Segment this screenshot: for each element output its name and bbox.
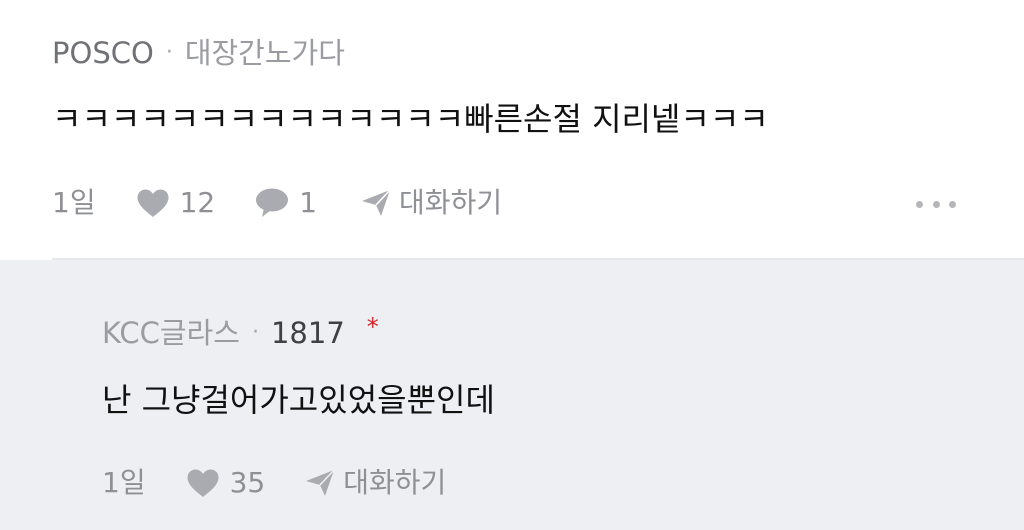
- reply-item: KCC글라스 · 1817 * 난 그냥걸어가고있었을뿐인데 1일 35 대화하…: [0, 260, 1024, 530]
- reply-button[interactable]: 1: [255, 186, 317, 220]
- author-company: KCC글라스: [102, 316, 240, 350]
- reply-author[interactable]: KCC글라스 · 1817 *: [102, 313, 379, 351]
- author-company: POSCO: [52, 36, 154, 70]
- talk-button[interactable]: 대화하기: [361, 186, 502, 220]
- reply-text: 난 그냥걸어가고있었을뿐인데: [102, 381, 495, 419]
- reply-time: 1일: [102, 466, 146, 499]
- talk-label: 대화하기: [343, 466, 447, 499]
- heart-icon: [187, 469, 219, 497]
- comment-author[interactable]: POSCO · 대장간노가다: [52, 35, 345, 71]
- comment-actions: 1일 12 1 대화하기: [52, 186, 502, 220]
- meta-separator: ·: [251, 320, 259, 345]
- reply-count: 1: [299, 186, 318, 219]
- more-dots-icon: [916, 200, 923, 208]
- reply-actions: 1일 35 대화하기: [102, 466, 446, 500]
- author-nickname: 대장간노가다: [184, 36, 345, 70]
- talk-button[interactable]: 대화하기: [305, 466, 446, 500]
- author-nickname: 1817: [270, 316, 345, 350]
- like-button[interactable]: 12: [136, 186, 216, 220]
- talk-label: 대화하기: [399, 186, 503, 219]
- comment-text: ㅋㅋㅋㅋㅋㅋㅋㅋㅋㅋㅋㅋㅋㅋ빠른손절 지리넽ㅋㅋㅋ: [52, 100, 769, 138]
- comment-time: 1일: [52, 186, 96, 219]
- more-dots-icon: [949, 200, 956, 208]
- comment-item: POSCO · 대장간노가다 ㅋㅋㅋㅋㅋㅋㅋㅋㅋㅋㅋㅋㅋㅋ빠른손절 지리넽ㅋㅋㅋ…: [0, 0, 1024, 258]
- author-badge: *: [366, 313, 379, 341]
- more-dots-icon: [932, 200, 940, 208]
- like-count: 35: [229, 466, 266, 499]
- heart-icon: [137, 189, 169, 217]
- paper-plane-icon: [306, 469, 335, 496]
- like-button[interactable]: 35: [186, 466, 266, 500]
- like-count: 12: [179, 186, 216, 219]
- paper-plane-icon: [362, 189, 391, 216]
- speech-bubble-icon: [256, 188, 289, 217]
- meta-separator: ·: [165, 40, 173, 65]
- more-options-button[interactable]: [916, 199, 956, 209]
